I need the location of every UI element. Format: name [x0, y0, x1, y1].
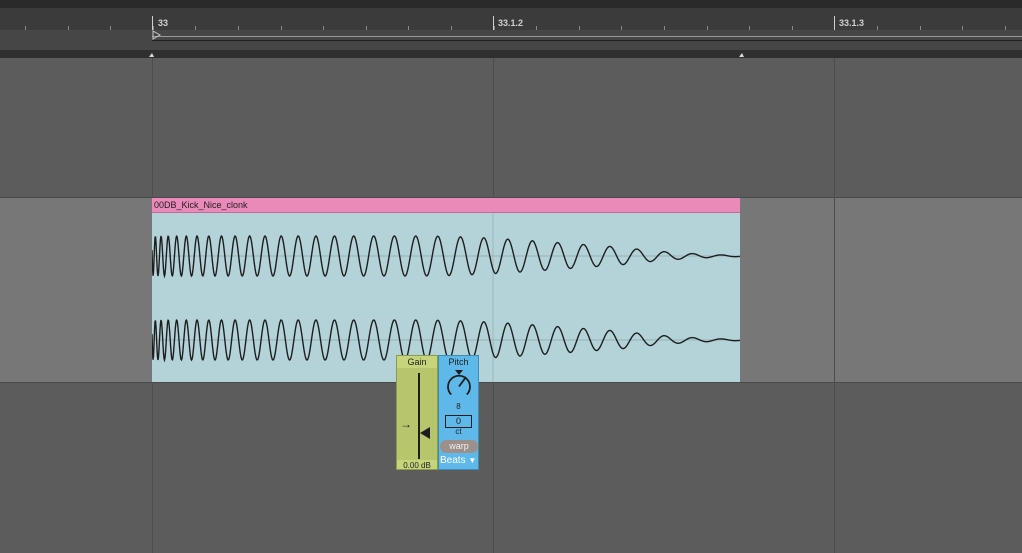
- ruler-major-tick: [152, 16, 153, 30]
- pitch-semitones-value[interactable]: 8: [439, 402, 478, 411]
- chevron-down-icon: ▼: [468, 456, 477, 465]
- ruler-major-tick: [493, 16, 494, 30]
- ruler-bar-label-33-1-2: 33.1.2: [498, 18, 524, 28]
- gain-label: Gain: [407, 357, 427, 367]
- loop-brace-line: [152, 36, 1022, 37]
- slider-pointer-icon: →: [400, 417, 412, 431]
- gain-value[interactable]: 0.00 dB: [397, 461, 437, 470]
- pitch-label: Pitch: [448, 357, 469, 367]
- warp-toggle-button[interactable]: warp: [440, 440, 478, 453]
- warp-mode-value: Beats: [440, 455, 466, 466]
- ruler-bar-label-33-1-3: 33.1.3: [839, 18, 865, 28]
- clip-title-bar[interactable]: 00DB_Kick_Nice_clonk: [152, 198, 740, 213]
- ruler-major-tick: [834, 16, 835, 30]
- loop-brace-shadow: [152, 40, 1022, 41]
- pitch-knob-icon[interactable]: [444, 368, 474, 400]
- top-toolbar-edge: [0, 0, 1022, 8]
- gain-slider-thumb[interactable]: [420, 427, 430, 439]
- arrangement-lane-lower[interactable]: [0, 383, 1022, 553]
- gain-slider-background: [397, 368, 437, 460]
- ruler-bar-label-33: 33: [158, 18, 169, 28]
- clip-gain-panel: Gain → 0.00 dB: [396, 355, 438, 470]
- clip-name: 00DB_Kick_Nice_clonk: [154, 200, 248, 210]
- clip-pitch-panel: Pitch 8 0 ct warp Beats ▼: [438, 355, 479, 470]
- gain-slider[interactable]: [418, 373, 420, 459]
- warp-mode-dropdown[interactable]: Beats ▼: [440, 455, 476, 466]
- pitch-cents-unit: ct: [455, 427, 462, 436]
- arrangement-lane-upper[interactable]: [0, 58, 1022, 197]
- grid-line: [834, 58, 835, 553]
- loop-start-marker-icon[interactable]: [152, 30, 162, 42]
- beat-time-ruler[interactable]: 33 33.1.2 33.1.3: [0, 8, 1022, 30]
